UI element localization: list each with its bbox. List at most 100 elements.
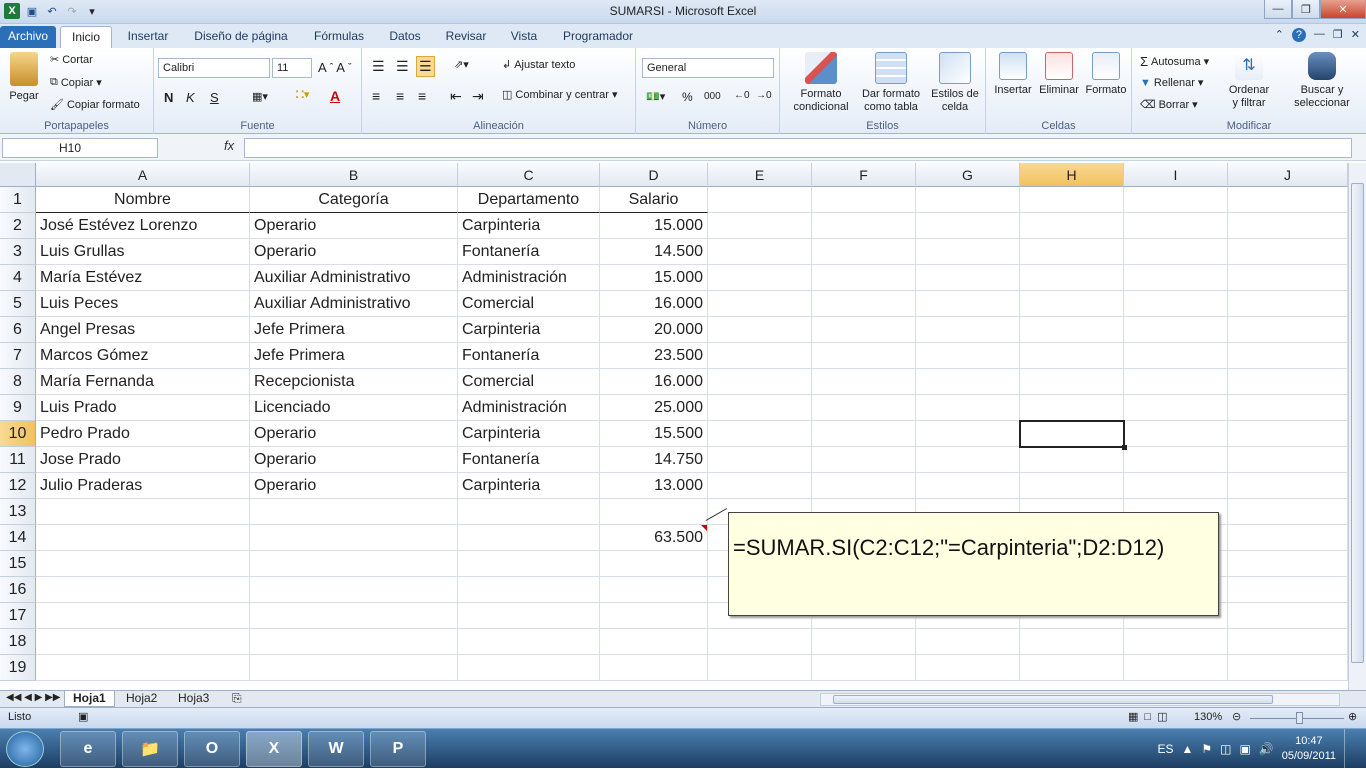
row-header-4[interactable]: 4 — [0, 265, 36, 291]
cell-a9[interactable]: Luis Prado — [36, 395, 250, 421]
cell-b12[interactable]: Operario — [250, 473, 458, 499]
cell-i8[interactable] — [1124, 369, 1228, 395]
insert-cells-button[interactable]: Insertar — [990, 52, 1036, 97]
cell-c8[interactable]: Comercial — [458, 369, 600, 395]
cell-e6[interactable] — [708, 317, 812, 343]
cell-c9[interactable]: Administración — [458, 395, 600, 421]
format-as-table-button[interactable]: Dar formato como tabla — [856, 52, 926, 114]
cell-b2[interactable]: Operario — [250, 213, 458, 239]
cell-g6[interactable] — [916, 317, 1020, 343]
language-indicator[interactable]: ES — [1157, 742, 1173, 756]
conditional-format-button[interactable]: Formato condicional — [786, 52, 856, 114]
cell-c19[interactable] — [458, 655, 600, 681]
cell-j17[interactable] — [1228, 603, 1348, 629]
cell-d4[interactable]: 15.000 — [600, 265, 708, 291]
show-desktop-button[interactable] — [1344, 729, 1356, 769]
orientation-icon[interactable]: ⇗▾ — [454, 58, 469, 71]
maximize-button[interactable]: ❐ — [1292, 0, 1320, 19]
font-grow-icon[interactable]: Aˆ Aˇ — [318, 60, 352, 75]
cell-h19[interactable] — [1020, 655, 1124, 681]
cell-e19[interactable] — [708, 655, 812, 681]
cell-f19[interactable] — [812, 655, 916, 681]
cell-h1[interactable] — [1020, 187, 1124, 213]
cell-e8[interactable] — [708, 369, 812, 395]
cell-a15[interactable] — [36, 551, 250, 577]
row-header-12[interactable]: 12 — [0, 473, 36, 499]
cell-b5[interactable]: Auxiliar Administrativo — [250, 291, 458, 317]
cell-d9[interactable]: 25.000 — [600, 395, 708, 421]
start-button-icon[interactable] — [6, 731, 44, 767]
cell-b9[interactable]: Licenciado — [250, 395, 458, 421]
cell-b11[interactable]: Operario — [250, 447, 458, 473]
formula-input[interactable] — [244, 138, 1352, 158]
cell-f4[interactable] — [812, 265, 916, 291]
row-header-11[interactable]: 11 — [0, 447, 36, 473]
zoom-out-icon[interactable]: ⊝ — [1232, 710, 1241, 723]
decrease-decimal-icon[interactable]: →0 — [756, 90, 772, 101]
column-header-g[interactable]: G — [916, 163, 1020, 187]
cell-a8[interactable]: María Fernanda — [36, 369, 250, 395]
vertical-scrollbar[interactable] — [1348, 163, 1366, 690]
cell-g12[interactable] — [916, 473, 1020, 499]
tab-diseno-pagina[interactable]: Diseño de página — [186, 26, 296, 48]
cell-c5[interactable]: Comercial — [458, 291, 600, 317]
cell-h5[interactable] — [1020, 291, 1124, 317]
cell-b15[interactable] — [250, 551, 458, 577]
row-header-8[interactable]: 8 — [0, 369, 36, 395]
cell-d13[interactable] — [600, 499, 708, 525]
cell-b13[interactable] — [250, 499, 458, 525]
cell-f1[interactable] — [812, 187, 916, 213]
tab-inicio[interactable]: Inicio — [60, 26, 112, 48]
name-box[interactable]: H10 — [2, 138, 158, 158]
column-header-f[interactable]: F — [812, 163, 916, 187]
column-header-j[interactable]: J — [1228, 163, 1348, 187]
ie-icon[interactable]: e — [60, 731, 116, 767]
increase-decimal-icon[interactable]: ←0 — [734, 90, 750, 101]
cell-c2[interactable]: Carpinteria — [458, 213, 600, 239]
column-header-e[interactable]: E — [708, 163, 812, 187]
cell-a4[interactable]: María Estévez — [36, 265, 250, 291]
column-header-d[interactable]: D — [600, 163, 708, 187]
cell-a12[interactable]: Julio Praderas — [36, 473, 250, 499]
cell-j13[interactable] — [1228, 499, 1348, 525]
network-icon[interactable]: ▣ — [1239, 742, 1250, 756]
align-top-icon[interactable]: ☰ — [372, 58, 385, 75]
flag-icon[interactable]: ⚑ — [1201, 742, 1212, 756]
cut-button[interactable]: ✂ Cortar — [50, 53, 93, 67]
macro-record-icon[interactable]: ▣ — [78, 710, 88, 723]
cell-e3[interactable] — [708, 239, 812, 265]
powerpoint-icon[interactable]: P — [370, 731, 426, 767]
select-all-corner[interactable] — [0, 163, 36, 187]
align-center-icon[interactable]: ≡ — [396, 88, 404, 104]
row-header-14[interactable]: 14 — [0, 525, 36, 551]
column-header-a[interactable]: A — [36, 163, 250, 187]
sort-filter-button[interactable]: ⇅ Ordenar y filtrar — [1222, 52, 1276, 110]
number-format-select[interactable]: General — [642, 58, 774, 78]
row-header-1[interactable]: 1 — [0, 187, 36, 213]
cell-i5[interactable] — [1124, 291, 1228, 317]
cell-a2[interactable]: José Estévez Lorenzo — [36, 213, 250, 239]
cell-b1[interactable]: Categoría — [250, 187, 458, 213]
cell-c17[interactable] — [458, 603, 600, 629]
cell-d2[interactable]: 15.000 — [600, 213, 708, 239]
cell-f2[interactable] — [812, 213, 916, 239]
device-icon[interactable]: ◫ — [1220, 742, 1231, 756]
cell-h18[interactable] — [1020, 629, 1124, 655]
cell-i9[interactable] — [1124, 395, 1228, 421]
cell-a11[interactable]: Jose Prado — [36, 447, 250, 473]
cell-e5[interactable] — [708, 291, 812, 317]
clock[interactable]: 10:47 05/09/2011 — [1282, 734, 1336, 764]
minimize-button[interactable]: — — [1264, 0, 1292, 19]
cell-g1[interactable] — [916, 187, 1020, 213]
excel-taskbar-icon[interactable]: X — [246, 731, 302, 767]
cell-b6[interactable]: Jefe Primera — [250, 317, 458, 343]
cell-a3[interactable]: Luis Grullas — [36, 239, 250, 265]
tab-revisar[interactable]: Revisar — [440, 26, 492, 48]
doc-restore-icon[interactable]: ❐ — [1333, 28, 1343, 42]
clear-button[interactable]: ⌫ Borrar ▾ — [1140, 98, 1198, 112]
cell-j15[interactable] — [1228, 551, 1348, 577]
autosum-button[interactable]: Σ Autosuma ▾ — [1140, 54, 1209, 69]
row-header-18[interactable]: 18 — [0, 629, 36, 655]
cell-g9[interactable] — [916, 395, 1020, 421]
row-header-19[interactable]: 19 — [0, 655, 36, 681]
